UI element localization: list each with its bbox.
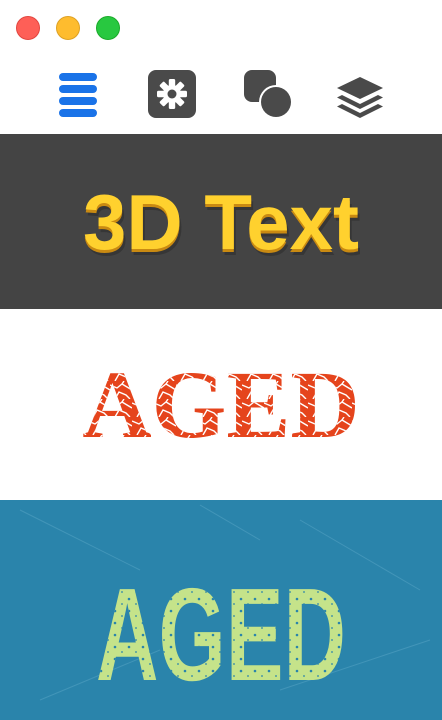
layers-icon bbox=[337, 77, 383, 118]
window-zoom-button[interactable] bbox=[96, 16, 120, 40]
gear-icon bbox=[148, 70, 196, 118]
preview-text: 3D Text bbox=[83, 178, 359, 266]
shapes-button[interactable] bbox=[240, 66, 296, 122]
title-bar bbox=[0, 0, 442, 56]
style-preview-3d-text-art: 3D Text 3D Text 3D Text bbox=[83, 178, 361, 272]
menu-icon bbox=[59, 73, 97, 117]
settings-button[interactable] bbox=[144, 66, 200, 122]
layers-button[interactable] bbox=[332, 66, 388, 122]
window-minimize-button[interactable] bbox=[56, 16, 80, 40]
toolbar bbox=[0, 56, 442, 134]
style-preview-aged-blue-art: AGED AGED bbox=[19, 504, 431, 708]
text-style-list: 3D Text 3D Text 3D Text AGED AGED AGED A… bbox=[0, 134, 442, 720]
menu-button[interactable] bbox=[50, 66, 106, 122]
style-preview-aged-red[interactable]: AGED AGED bbox=[0, 309, 442, 500]
style-preview-aged-blue[interactable]: AGED AGED bbox=[0, 500, 442, 720]
preview-crack-overlay: AGED bbox=[82, 351, 359, 458]
window-close-button[interactable] bbox=[16, 16, 40, 40]
preview-speck-overlay: AGED bbox=[96, 561, 346, 708]
style-preview-aged-red-art: AGED AGED bbox=[82, 351, 359, 458]
style-preview-3d-text[interactable]: 3D Text 3D Text 3D Text bbox=[0, 134, 442, 309]
shapes-icon bbox=[244, 70, 293, 119]
